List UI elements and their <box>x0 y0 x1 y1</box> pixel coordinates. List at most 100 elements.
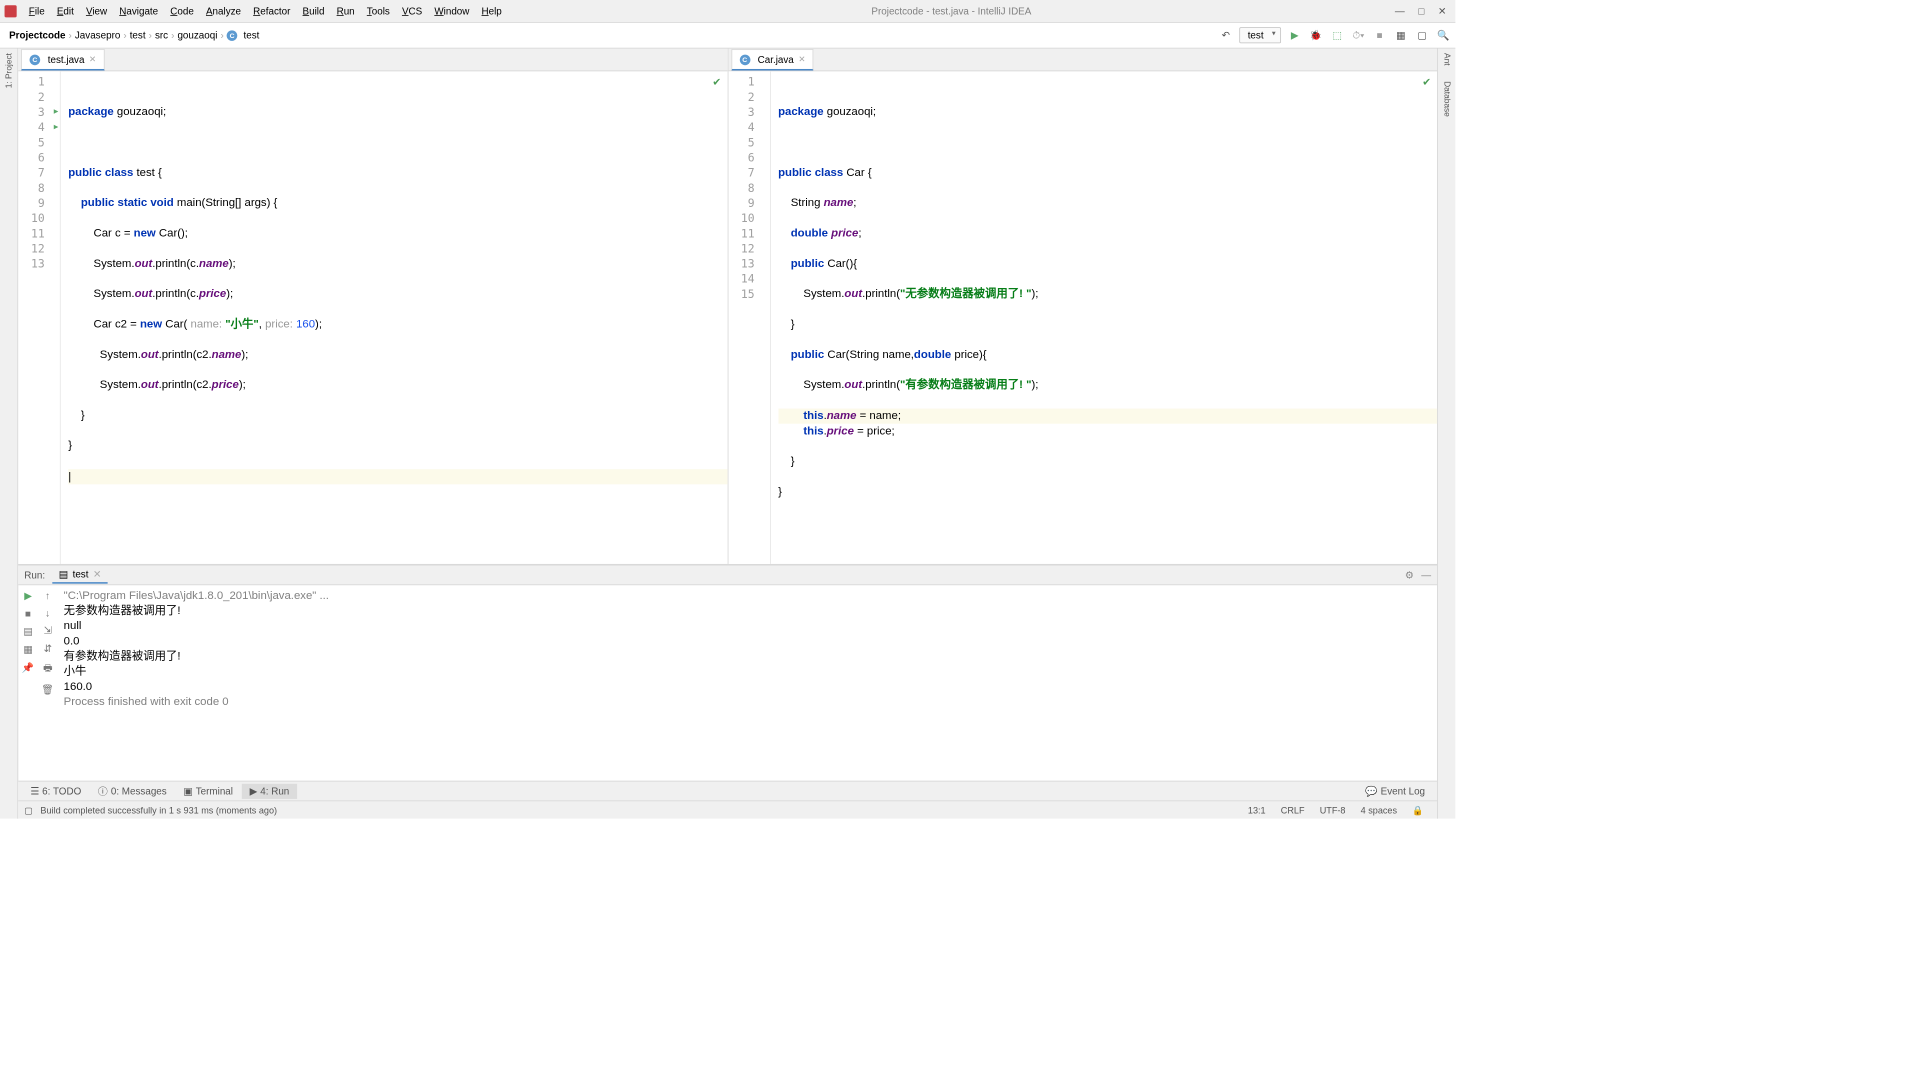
menu-file[interactable]: File <box>23 4 51 18</box>
layout-icon[interactable]: ▦ <box>1393 28 1408 43</box>
crumb-test[interactable]: test <box>243 30 259 41</box>
editor-pane-left: C test.java ✕ 12345678910111213 ✔ packag… <box>18 49 728 564</box>
stop-icon[interactable]: ■ <box>1372 28 1387 43</box>
run-tab-icon: ▤ <box>59 568 68 580</box>
gutter-left: 12345678910111213 <box>18 71 60 564</box>
menu-refactor[interactable]: Refactor <box>247 4 296 18</box>
status-tool-windows-icon[interactable]: ▢ <box>24 805 33 816</box>
menu-run[interactable]: Run <box>331 4 361 18</box>
menu-navigate[interactable]: Navigate <box>113 4 164 18</box>
run-icon[interactable]: ▶ <box>1287 28 1302 43</box>
app-logo-icon <box>5 5 17 17</box>
indent[interactable]: 4 spaces <box>1353 805 1405 816</box>
toolbar-right: ↶ test ▶ 🐞 ⬚ ⏱▾ ■ ▦ ▢ 🔍 <box>1218 27 1451 43</box>
rerun-icon[interactable]: ▶ <box>24 590 32 602</box>
messages-tool-button[interactable]: ⓘ0: Messages <box>90 782 174 799</box>
menu-edit[interactable]: Edit <box>51 4 80 18</box>
window-title: Projectcode - test.java - IntelliJ IDEA <box>508 5 1395 16</box>
class-icon: C <box>30 54 41 65</box>
menu-tools[interactable]: Tools <box>361 4 396 18</box>
caret-position: 13:1 <box>1240 805 1273 816</box>
layout2-icon[interactable]: ▦ <box>23 644 32 656</box>
tab-close-icon[interactable]: ✕ <box>89 55 96 65</box>
left-tool-strip: 1: Project <box>0 49 18 819</box>
status-message: Build completed successfully in 1 s 931 … <box>33 805 285 816</box>
run-panel: Run: ▤ test ✕ ⚙ — ▶ ■ ▤ ▦ <box>18 565 1437 781</box>
editor-pane-right: C Car.java ✕ 123456789101112131415 ✔ pac… <box>728 49 1437 564</box>
trash-icon[interactable]: 🗑 <box>41 684 54 696</box>
crumb-javasepro[interactable]: Javasepro <box>75 30 120 41</box>
minimize-panel-icon[interactable]: — <box>1421 569 1431 581</box>
todo-tool-button[interactable]: ☰6: TODO <box>23 783 89 798</box>
encoding[interactable]: UTF-8 <box>1312 805 1353 816</box>
gutter-right: 123456789101112131415 <box>728 71 770 564</box>
crumb-test[interactable]: test <box>130 30 146 41</box>
menu-help[interactable]: Help <box>475 4 507 18</box>
minimize-icon[interactable]: — <box>1395 5 1405 17</box>
print-icon[interactable]: 🖶 <box>43 661 52 678</box>
event-log-button[interactable]: 💬Event Log <box>1358 783 1433 798</box>
search-icon[interactable]: 🔍 <box>1436 28 1451 43</box>
menu-code[interactable]: Code <box>164 4 200 18</box>
tab-label: Car.java <box>758 54 794 65</box>
center-column: C test.java ✕ 12345678910111213 ✔ packag… <box>18 49 1437 819</box>
editor-split: C test.java ✕ 12345678910111213 ✔ packag… <box>18 49 1437 565</box>
tab-test-java[interactable]: C test.java ✕ <box>21 49 104 70</box>
tab-car-java[interactable]: C Car.java ✕ <box>731 49 814 70</box>
wrap-icon[interactable]: ⇵ <box>44 643 52 655</box>
tab-label: test.java <box>48 54 85 65</box>
inspection-ok-icon: ✔ <box>1422 74 1431 89</box>
line-sep[interactable]: CRLF <box>1273 805 1312 816</box>
menu-view[interactable]: View <box>80 4 113 18</box>
tool-window-icon[interactable]: ▢ <box>1414 28 1429 43</box>
code-area-right[interactable]: 123456789101112131415 ✔ package gouzaoqi… <box>728 71 1437 564</box>
class-icon: C <box>739 54 750 65</box>
coverage-icon[interactable]: ⬚ <box>1330 28 1345 43</box>
status-bar: ▢ Build completed successfully in 1 s 93… <box>18 800 1437 818</box>
crumb-src[interactable]: src <box>155 30 168 41</box>
up-icon[interactable]: ↑ <box>45 590 50 601</box>
run-label: Run: <box>24 569 45 580</box>
crumb-projectcode[interactable]: Projectcode <box>9 30 65 41</box>
inspection-ok-icon: ✔ <box>712 74 721 89</box>
run-output[interactable]: "C:\Program Files\Java\jdk1.8.0_201\bin\… <box>58 585 1438 781</box>
gear-icon[interactable]: ⚙ <box>1405 569 1414 581</box>
profile-icon[interactable]: ⏱▾ <box>1351 28 1366 43</box>
menu-analyze[interactable]: Analyze <box>200 4 247 18</box>
right-tool-strip: Ant Database <box>1437 49 1455 819</box>
nav-toolbar: Projectcode›Javasepro›test›src›gouzaoqi›… <box>0 23 1455 49</box>
ant-tool-button[interactable]: Ant <box>1442 53 1451 66</box>
back-nav-icon[interactable]: ↶ <box>1218 28 1233 43</box>
tab-strip-right: C Car.java ✕ <box>728 49 1437 72</box>
code-right[interactable]: ✔ package gouzaoqi; public class Car { S… <box>771 71 1438 564</box>
project-tool-button[interactable]: 1: Project <box>4 53 13 88</box>
menu-build[interactable]: Build <box>296 4 330 18</box>
terminal-tool-button[interactable]: ▣Terminal <box>176 783 241 798</box>
tab-close-icon[interactable]: ✕ <box>798 55 805 65</box>
code-area-left[interactable]: 12345678910111213 ✔ package gouzaoqi; pu… <box>18 71 727 564</box>
pin-icon[interactable]: 📌 <box>22 662 34 674</box>
database-tool-button[interactable]: Database <box>1442 81 1451 117</box>
menu-window[interactable]: Window <box>428 4 475 18</box>
window-controls: — □ ✕ <box>1395 5 1451 17</box>
bottom-tool-strip: ☰6: TODO ⓘ0: Messages ▣Terminal ▶4: Run … <box>18 781 1437 801</box>
maximize-icon[interactable]: □ <box>1418 5 1424 17</box>
run-tab-close-icon[interactable]: ✕ <box>93 568 101 580</box>
menu-vcs[interactable]: VCS <box>396 4 428 18</box>
tab-strip-left: C test.java ✕ <box>18 49 727 72</box>
close-icon[interactable]: ✕ <box>1438 5 1446 17</box>
lock-icon[interactable]: 🔒 <box>1405 805 1431 816</box>
run-config-combo[interactable]: test <box>1239 27 1281 43</box>
down-icon[interactable]: ↓ <box>45 607 50 618</box>
export-icon[interactable]: ⇲ <box>44 625 52 637</box>
code-left[interactable]: ✔ package gouzaoqi; public class test { … <box>61 71 728 564</box>
stop-run-icon[interactable]: ■ <box>25 608 31 619</box>
run-tool-button[interactable]: ▶4: Run <box>242 783 297 798</box>
dump-icon[interactable]: ▤ <box>23 625 32 637</box>
crumb-gouzaoqi[interactable]: gouzaoqi <box>177 30 217 41</box>
debug-icon[interactable]: 🐞 <box>1308 28 1323 43</box>
menu-items: FileEditViewNavigateCodeAnalyzeRefactorB… <box>23 5 508 16</box>
breadcrumb[interactable]: Projectcode›Javasepro›test›src›gouzaoqi›… <box>5 30 264 41</box>
run-body: ▶ ■ ▤ ▦ 📌 ↑ ↓ ⇲ ⇵ 🖶 🗑 "C:\P <box>18 585 1437 781</box>
run-tab[interactable]: ▤ test ✕ <box>53 567 108 584</box>
